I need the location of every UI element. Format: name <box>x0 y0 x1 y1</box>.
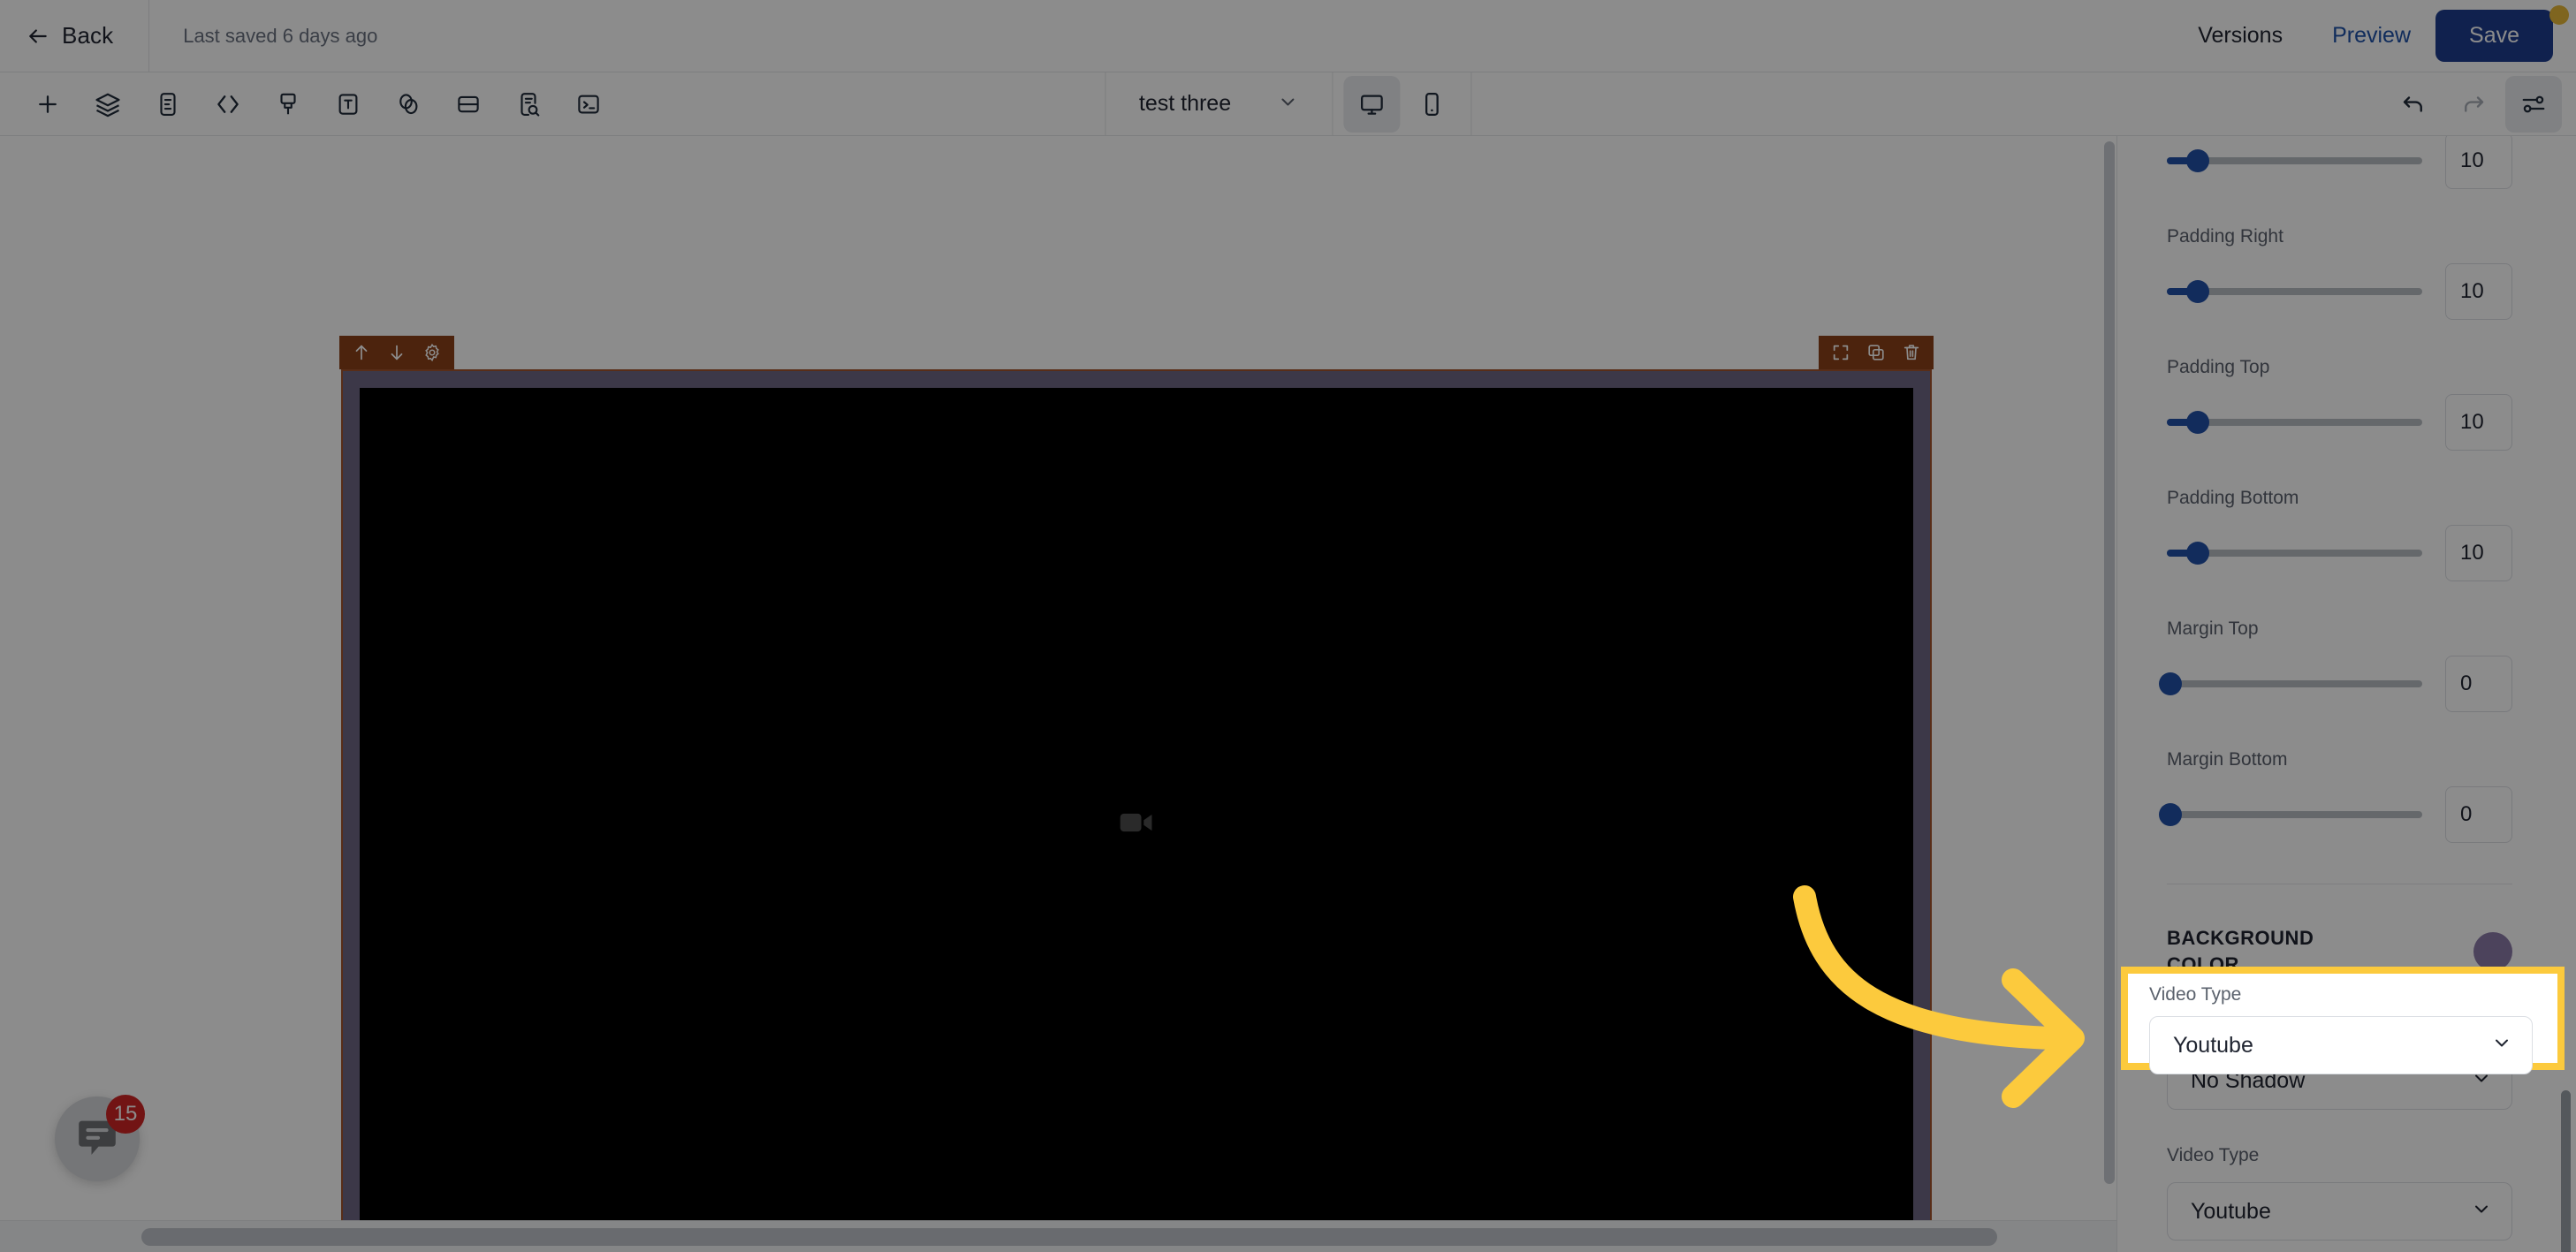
value-padding-right[interactable]: 10 <box>2445 263 2512 320</box>
highlight-field-label-video-type: Video Type <box>2149 984 2242 1005</box>
slider-row-padding-left: 10 <box>2167 136 2512 189</box>
slider-padding-bottom[interactable] <box>2167 542 2422 565</box>
page-selector-dropdown[interactable]: test three <box>1106 72 1332 135</box>
video-camera-icon <box>1117 803 1156 846</box>
slider-row-margin-bottom: 0 <box>2159 786 2512 843</box>
move-up-icon[interactable] <box>345 336 378 369</box>
properties-panel-scroll: Padding Left 10 Padding Right <box>2117 136 2576 1252</box>
header-right-group: Versions Preview Save <box>2173 10 2576 62</box>
video-type-value: Youtube <box>2191 1198 2271 1224</box>
delete-trash-icon[interactable] <box>1895 336 1928 369</box>
field-label-padding-right: Padding Right <box>2167 226 2283 247</box>
header-left-group: Back Last saved 6 days ago <box>0 0 377 72</box>
save-button[interactable]: Save <box>2435 10 2553 62</box>
canvas-vertical-scroll-thumb[interactable] <box>2104 141 2115 1184</box>
slider-margin-bottom[interactable] <box>2159 803 2422 826</box>
terminal-icon[interactable] <box>560 76 617 133</box>
field-margin-top: Margin Top 0 <box>2159 618 2512 712</box>
field-margin-bottom: Margin Bottom 0 <box>2159 749 2512 843</box>
layers-icon[interactable] <box>80 76 136 133</box>
value-padding-bottom[interactable]: 10 <box>2445 525 2512 581</box>
field-label-padding-bottom: Padding Bottom <box>2167 488 2299 508</box>
field-video-type: Video Type Youtube <box>2167 1145 2512 1241</box>
versions-button[interactable]: Versions <box>2173 23 2307 49</box>
background-color-swatch[interactable] <box>2473 931 2512 971</box>
canvas-vertical-scrollbar[interactable] <box>2104 141 2115 1220</box>
value-margin-top[interactable]: 0 <box>2445 656 2512 712</box>
sliders-icon[interactable] <box>2505 75 2562 133</box>
slider-padding-left[interactable] <box>2167 149 2422 172</box>
field-label-margin-top: Margin Top <box>2167 618 2259 639</box>
desktop-icon[interactable] <box>1343 75 1401 133</box>
chevron-down-icon <box>1277 91 1298 117</box>
slider-row-padding-top: 10 <box>2167 394 2512 451</box>
slider-padding-top[interactable] <box>2167 411 2422 434</box>
video-type-highlight: Video Type Youtube <box>2121 967 2565 1074</box>
container-icon[interactable] <box>440 76 497 133</box>
back-arrow-icon <box>27 25 49 48</box>
field-padding-left: Padding Left 10 <box>2167 136 2512 189</box>
selected-component-video[interactable]: + VIDEO <box>339 336 1934 1252</box>
duplicate-icon[interactable] <box>1859 336 1893 369</box>
field-padding-right: Padding Right 10 <box>2167 226 2512 320</box>
canvas[interactable]: + VIDEO 15 <box>0 136 2116 1252</box>
redo-icon[interactable] <box>2445 76 2502 133</box>
toolbar-right-group <box>2383 72 2576 135</box>
preview-button[interactable]: Preview <box>2307 23 2435 49</box>
canvas-horizontal-scroll-thumb[interactable] <box>141 1228 1997 1246</box>
chat-unread-badge: 15 <box>106 1095 145 1134</box>
back-label: Back <box>62 22 114 49</box>
move-down-icon[interactable] <box>380 336 414 369</box>
undo-icon[interactable] <box>2385 76 2442 133</box>
component-toolbar-left <box>339 336 454 369</box>
brush-icon[interactable] <box>260 76 316 133</box>
slider-margin-top[interactable] <box>2159 672 2422 695</box>
mobile-icon[interactable] <box>1403 76 1460 133</box>
last-saved-text: Last saved 6 days ago <box>183 24 378 47</box>
field-label-margin-bottom: Margin Bottom <box>2167 749 2288 770</box>
chat-widget-button[interactable]: 15 <box>55 1095 145 1181</box>
top-header: Back Last saved 6 days ago Versions Prev… <box>0 0 2576 72</box>
properties-panel: Padding Left 10 Padding Right <box>2116 136 2576 1252</box>
toolbar-center-group: test three <box>1104 72 1472 136</box>
seo-icon[interactable] <box>500 76 557 133</box>
chevron-down-icon <box>2471 1198 2492 1225</box>
highlight-video-type-value: Youtube <box>2173 1032 2253 1058</box>
component-frame <box>341 369 1932 1252</box>
text-icon[interactable] <box>320 76 376 133</box>
page-selector-label: test three <box>1138 91 1232 116</box>
value-padding-left[interactable]: 10 <box>2445 136 2512 189</box>
expand-icon[interactable] <box>1824 336 1858 369</box>
field-label-video-type: Video Type <box>2167 1145 2260 1166</box>
panel-scrollbar-thumb[interactable] <box>2561 1090 2571 1252</box>
video-placeholder[interactable] <box>360 388 1913 1252</box>
slider-row-padding-bottom: 10 <box>2167 525 2512 581</box>
toolbar-separator <box>1470 72 1472 136</box>
video-type-select[interactable]: Youtube <box>2167 1182 2512 1241</box>
chevron-down-icon <box>2491 1032 2512 1059</box>
settings-gear-icon[interactable] <box>415 336 449 369</box>
code-icon[interactable] <box>200 76 256 133</box>
field-padding-bottom: Padding Bottom 10 <box>2167 488 2512 581</box>
document-icon[interactable] <box>140 76 196 133</box>
main-area: + VIDEO 15 Padding Left <box>0 136 2576 1252</box>
toolbar-left-group <box>0 72 619 135</box>
editor-toolbar: test three <box>0 72 2576 136</box>
slider-row-margin-top: 0 <box>2159 656 2512 712</box>
value-padding-top[interactable]: 10 <box>2445 394 2512 451</box>
theme-icon[interactable] <box>380 76 437 133</box>
field-padding-top: Padding Top 10 <box>2167 357 2512 451</box>
back-button[interactable]: Back <box>0 0 148 72</box>
highlight-video-type-select[interactable]: Youtube <box>2149 1016 2533 1074</box>
canvas-horizontal-scrollbar[interactable] <box>0 1220 2116 1252</box>
notification-dot-icon <box>2549 5 2569 25</box>
slider-padding-right[interactable] <box>2167 280 2422 303</box>
add-icon[interactable] <box>19 76 76 133</box>
field-label-padding-top: Padding Top <box>2167 357 2270 377</box>
field-background-color: BACKGROUND COLOR <box>2167 884 2512 977</box>
slider-row-padding-right: 10 <box>2167 263 2512 320</box>
value-margin-bottom[interactable]: 0 <box>2445 786 2512 843</box>
component-toolbar-right <box>1819 336 1934 369</box>
